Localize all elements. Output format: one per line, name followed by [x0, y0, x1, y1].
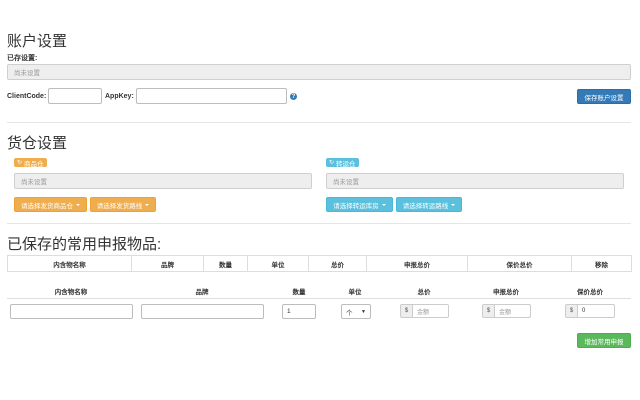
new-item-header-quantity: 数量: [292, 289, 306, 296]
insured-price-group: $ 0: [565, 304, 615, 318]
select-product-warehouse-dropdown[interactable]: 请选择发货商品仓: [14, 197, 87, 212]
total-price-input[interactable]: 金额: [412, 304, 449, 318]
declared-price-input[interactable]: 金额: [494, 304, 531, 318]
add-common-item-button[interactable]: 增加常用申报: [577, 333, 631, 348]
insured-price-input[interactable]: 0: [577, 304, 615, 318]
item-name-input[interactable]: [10, 304, 133, 319]
quantity-input[interactable]: 1: [282, 304, 316, 319]
select-transfer-warehouse-label: 请选择转运库房: [333, 202, 379, 210]
column-header: 内含物名称: [7, 255, 132, 272]
currency-addon: $: [565, 304, 577, 318]
app-key-label: AppKey:: [105, 93, 134, 100]
column-header: 总价: [308, 255, 367, 272]
transfer-warehouse-badge-label: 转运仓: [336, 160, 356, 168]
transfer-warehouse-field: 尚未设置: [326, 173, 624, 189]
refresh-icon: ↻: [17, 160, 23, 166]
product-warehouse-badge: ↻ 商品仓: [14, 158, 47, 168]
total-price-group: $ 金额: [400, 304, 449, 318]
divider: [7, 298, 631, 299]
caret-down-icon: [145, 203, 150, 206]
saved-items-table: 内含物名称 品牌 数量 单位 总价 申报总价 保价总价 移除: [7, 255, 632, 272]
column-header: 单位: [247, 255, 309, 272]
warehouse-settings-title: 货仓设置: [7, 135, 68, 152]
divider: [7, 122, 631, 123]
new-item-header-declared: 申报总价: [493, 289, 519, 296]
saved-items-header-row: 内含物名称 品牌 数量 单位 总价 申报总价 保价总价 移除: [7, 255, 632, 272]
new-item-header-unit: 单位: [348, 289, 362, 296]
column-header: 品牌: [131, 255, 204, 272]
divider: [7, 223, 631, 224]
new-item-header-brand: 品牌: [195, 289, 209, 296]
select-shipping-route-label: 请选择发货路线: [96, 202, 143, 210]
save-account-button[interactable]: 保存账户设置: [577, 89, 631, 104]
caret-down-icon: [381, 203, 386, 206]
currency-addon: $: [482, 304, 494, 318]
chevron-down-icon: ▼: [361, 308, 366, 315]
new-item-header-name: 内含物名称: [54, 289, 88, 296]
brand-input[interactable]: [141, 304, 264, 319]
column-header: 数量: [203, 255, 248, 272]
product-warehouse-field: 尚未设置: [14, 173, 312, 189]
caret-down-icon: [451, 203, 456, 206]
client-code-label: ClientCode:: [7, 93, 47, 100]
column-header: 申报总价: [366, 255, 468, 272]
select-product-warehouse-label: 请选择发货商品仓: [21, 202, 73, 210]
currency-addon: $: [400, 304, 412, 318]
client-code-input[interactable]: [48, 88, 102, 104]
caret-down-icon: [76, 203, 80, 206]
select-transfer-route-dropdown[interactable]: 请选择转运路线: [396, 197, 462, 212]
saved-items-title: 已保存的常用申报物品:: [7, 236, 162, 253]
select-transfer-route-label: 请选择转运路线: [402, 202, 449, 210]
transfer-warehouse-badge: ↻ 转运仓: [326, 158, 359, 168]
refresh-icon: ↻: [329, 160, 335, 166]
existing-settings-label: 已存设置:: [7, 55, 38, 62]
column-header: 保价总价: [467, 255, 572, 272]
app-key-input[interactable]: [136, 88, 287, 104]
existing-settings-field: 尚未设置: [7, 64, 631, 80]
help-icon[interactable]: ?: [290, 93, 297, 100]
account-settings-title: 账户设置: [7, 33, 68, 50]
product-warehouse-badge-label: 商品仓: [24, 160, 44, 168]
select-shipping-route-dropdown[interactable]: 请选择发货路线: [90, 197, 156, 212]
new-item-header-insured: 保价总价: [577, 289, 603, 296]
new-item-header-total: 总价: [417, 289, 431, 296]
declared-price-group: $ 金额: [482, 304, 531, 318]
column-header: 移除: [571, 255, 632, 272]
unit-select[interactable]: 个 ▼: [341, 304, 371, 319]
select-transfer-warehouse-dropdown[interactable]: 请选择转运库房: [326, 197, 393, 212]
unit-select-value: 个: [346, 309, 353, 317]
